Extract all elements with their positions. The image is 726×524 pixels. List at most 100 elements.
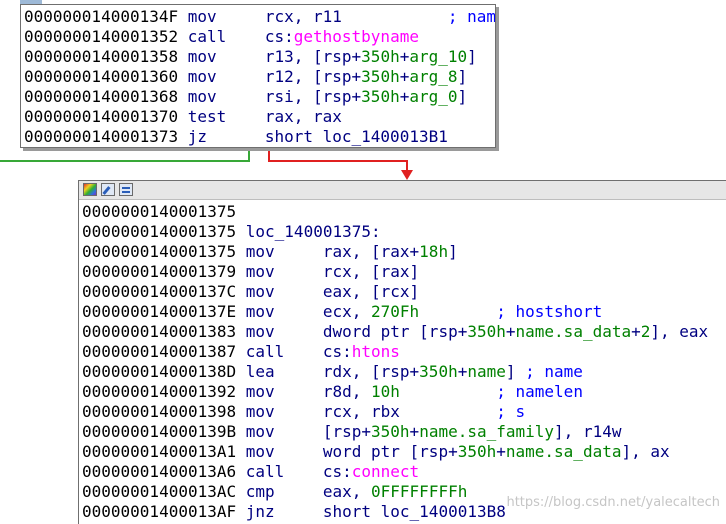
watermark-text: https://blog.csdn.net/yalecaltech [506, 495, 720, 510]
operand: 350h [361, 87, 400, 106]
operand: 0FFFFFFFFh [371, 482, 468, 501]
disasm-line[interactable]: 000000014000138D lea rdx, [rsp+350h+name… [82, 362, 726, 382]
comment: ; hostshort [496, 302, 603, 321]
operand: rsi, [rsp+ [264, 87, 362, 106]
basic-block-loc-140001375[interactable]: 0000000140001375 0000000140001375 loc_14… [78, 180, 726, 524]
operand: 350h [371, 422, 410, 441]
operand: + [399, 87, 410, 106]
mnemonic: call [245, 342, 285, 361]
operand: 350h [361, 47, 400, 66]
operand: rax, [rax+ [322, 242, 420, 261]
line-address: 000000014000138D [82, 362, 237, 381]
disasm-line[interactable]: 0000000140001375 loc_140001375: [82, 222, 726, 242]
line-address: 0000000140001368 [24, 87, 179, 106]
rename-pencil-icon[interactable] [101, 183, 115, 196]
mnemonic: mov [245, 402, 275, 421]
color-palette-icon[interactable] [83, 183, 97, 196]
green-edge-horizontal [0, 160, 250, 162]
line-address: 0000000140001373 [24, 127, 179, 146]
comment: ; name [447, 7, 496, 26]
mnemonic: mov [245, 442, 275, 461]
operand: rcx, r11 [264, 7, 448, 26]
disasm-line[interactable]: 0000000140001373 jz short loc_1400013B1 [24, 127, 495, 147]
operand: [rsp+ [322, 422, 372, 441]
line-address: 0000000140001358 [24, 47, 179, 66]
comment: ; s [496, 402, 526, 421]
disasm-line[interactable]: 0000000140001358 mov r13, [rsp+350h+arg_… [24, 47, 495, 67]
disasm-line[interactable]: 0000000140001375 [82, 202, 726, 222]
operand: 350h [457, 442, 497, 461]
operand: rax, rax [264, 107, 342, 126]
disasm-line[interactable]: 0000000140001375 mov rax, [rax+18h] [82, 242, 726, 262]
line-address: 0000000140001398 [82, 402, 237, 421]
operand: + [631, 322, 641, 341]
mnemonic: mov [187, 47, 217, 66]
block-header [79, 181, 726, 200]
mnemonic: test [187, 107, 227, 126]
line-address: 0000000140001383 [82, 322, 237, 341]
disasm-line[interactable]: 000000014000134F mov rcx, r11 ; name [24, 7, 495, 27]
operand: cs: [264, 27, 294, 46]
operand: arg_8 [409, 67, 458, 86]
disasm-line[interactable]: 0000000140001360 mov r12, [rsp+350h+arg_… [24, 67, 495, 87]
operand: + [409, 422, 420, 441]
operand: r13, [rsp+ [264, 47, 362, 66]
mnemonic: call [245, 462, 285, 481]
operand: ] [467, 47, 477, 66]
operand: ] [448, 242, 458, 261]
import-name[interactable]: connect [352, 462, 419, 481]
line-address: 0000000140001370 [24, 107, 179, 126]
mnemonic: lea [245, 362, 275, 381]
disasm-line[interactable]: 000000014000137C mov eax, [rcx] [82, 282, 726, 302]
operand: dword ptr [rsp+ [322, 322, 468, 341]
operand: + [399, 47, 410, 66]
mnemonic: mov [187, 7, 217, 26]
disasm-line[interactable]: 000000014000139B mov [rsp+350h+name.sa_f… [82, 422, 726, 442]
operand: 270Fh [371, 302, 420, 321]
mnemonic: mov [245, 242, 275, 261]
disasm-line[interactable]: 00000001400013A1 mov word ptr [rsp+350h+… [82, 442, 726, 462]
code-label[interactable]: loc_140001375: [246, 222, 381, 241]
operand: eax, [322, 482, 372, 501]
operand: 10h [371, 382, 400, 401]
line-address: 000000014000134F [24, 7, 179, 26]
disasm-line[interactable]: 0000000140001370 test rax, rax [24, 107, 495, 127]
operand: + [457, 362, 468, 381]
disasm-line[interactable]: 0000000140001379 mov rcx, [rax] [82, 262, 726, 282]
disasm-line[interactable]: 0000000140001383 mov dword ptr [rsp+350h… [82, 322, 726, 342]
disasm-line[interactable]: 0000000140001392 mov r8d, 10h ; namelen [82, 382, 726, 402]
disasm-line[interactable]: 0000000140001387 call cs:htons [82, 342, 726, 362]
line-address: 0000000140001375 [82, 242, 237, 261]
operand: + [496, 442, 506, 461]
operand: short loc_1400013B8 [322, 502, 506, 521]
mnemonic: mov [245, 282, 275, 301]
red-edge-arrow-icon [401, 170, 413, 180]
operand: ], r14w [554, 422, 622, 441]
basic-block-top[interactable]: 000000014000134F mov rcx, r11 ; name0000… [20, 4, 496, 148]
group-nodes-icon[interactable] [119, 183, 133, 196]
mnemonic: mov [187, 67, 217, 86]
disasm-line[interactable]: 000000014000137E mov ecx, 270Fh ; hostsh… [82, 302, 726, 322]
node-tab [20, 0, 42, 4]
line-address: 0000000140001379 [82, 262, 237, 281]
operand: name [467, 362, 506, 381]
operand: ], eax [650, 322, 709, 341]
operand: ] [457, 67, 468, 86]
mnemonic: cmp [245, 482, 275, 501]
disasm-line[interactable]: 00000001400013A6 call cs:connect [82, 462, 726, 482]
ida-graph-view[interactable]: 000000014000134F mov rcx, r11 ; name0000… [0, 0, 726, 524]
line-address: 0000000140001375 [82, 202, 237, 221]
operand: name.sa_data [505, 442, 622, 461]
operand: name.sa_data [515, 322, 632, 341]
operand: rcx, rbx [322, 402, 497, 421]
line-address: 0000000140001352 [24, 27, 179, 46]
disasm-line[interactable]: 0000000140001352 call cs:gethostbyname [24, 27, 495, 47]
disasm-lines: 0000000140001375 0000000140001375 loc_14… [79, 200, 726, 522]
import-name[interactable]: htons [352, 342, 400, 361]
line-address: 000000014000139B [82, 422, 237, 441]
red-edge-horizontal [268, 160, 408, 162]
import-name[interactable]: gethostbyname [294, 27, 419, 46]
mnemonic: mov [245, 322, 275, 341]
disasm-line[interactable]: 0000000140001398 mov rcx, rbx ; s [82, 402, 726, 422]
disasm-line[interactable]: 0000000140001368 mov rsi, [rsp+350h+arg_… [24, 87, 495, 107]
